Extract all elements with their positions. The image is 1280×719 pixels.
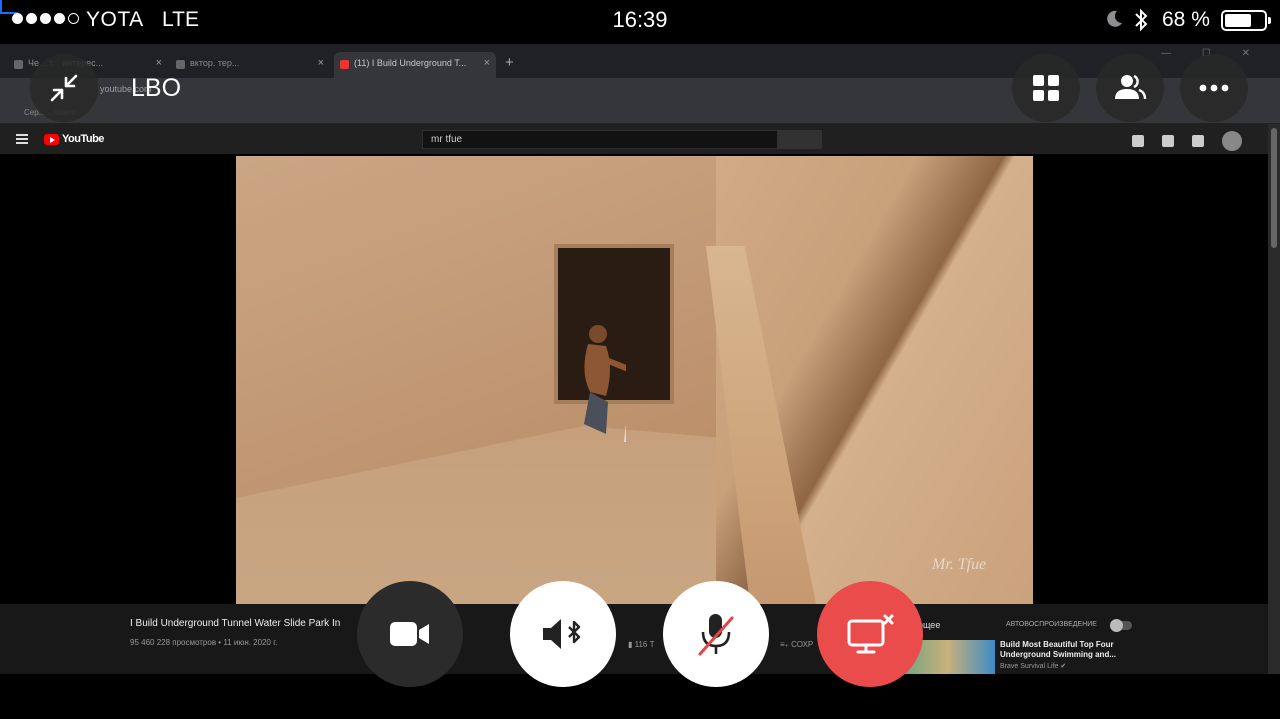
autoplay-toggle[interactable] [1110,619,1132,632]
video-camera-icon [390,622,429,646]
add-to-playlist-icon: ≡₊ [780,640,792,649]
bluetooth-icon [1135,8,1148,32]
youtube-header-icons [1132,131,1242,151]
grid-view-button[interactable] [1012,54,1080,122]
scrollbar-thumb[interactable] [1271,128,1277,248]
stop-screen-share-button[interactable] [817,581,923,687]
participants-button[interactable] [1096,54,1164,122]
page-scrollbar[interactable] [1268,124,1280,674]
people-icon [1115,74,1147,100]
stop-screen-share-icon [847,614,894,654]
video-meta: 95 460 228 просмотров • 11 июн. 2020 г. [130,638,278,647]
video-watermark: Mr. Tfue [932,556,987,573]
new-tab-icon[interactable]: + [505,54,514,71]
battery-percent: 68 % [1162,8,1210,31]
tab-favicon-icon [340,60,349,69]
avatar[interactable] [1222,131,1242,151]
video-frame[interactable]: Mr. Tfue [236,156,1033,604]
grid-icon [1033,75,1059,101]
speaker-bluetooth-icon [543,619,581,649]
save-button[interactable]: ≡₊ СОХР [780,640,813,649]
autoplay-label: АВТОВОСПРОИЗВЕДЕНИЕ [1006,621,1097,628]
browser-tab-strip: Че... т... интерес...× вктор. тер...× (1… [0,44,1280,78]
dislike-button[interactable]: ▮ 116 Т [628,640,655,649]
close-icon[interactable]: × [156,57,162,69]
do-not-disturb-icon [1107,10,1122,27]
shared-screen: Че... т... интерес...× вктор. тер...× (1… [0,44,1280,674]
search-input[interactable]: mr tfue [422,130,778,149]
search-button[interactable] [778,130,822,149]
more-options-button[interactable] [1180,54,1248,122]
close-icon[interactable]: × [484,57,490,69]
create-video-icon[interactable] [1132,135,1144,147]
status-bar: YOTA LTE 16:39 68 % [0,0,1280,40]
audio-output-button[interactable] [510,581,616,687]
browser-tab[interactable]: вктор. тер... × [170,52,330,78]
notifications-icon[interactable] [1192,135,1204,147]
tab-favicon-icon [14,60,23,69]
more-icon [1199,84,1229,92]
browser-tab-active[interactable]: (11) I Build Underground T... × [334,52,496,78]
youtube-play-icon [44,133,59,145]
microphone-toggle-button[interactable] [663,581,769,687]
microphone-muted-icon [698,614,734,656]
tab-favicon-icon [176,60,185,69]
video-scene-person [584,325,626,442]
verified-icon: ✔ [1060,663,1067,670]
collapse-button[interactable] [30,54,98,122]
address-bar[interactable]: youtube.com [0,78,1280,104]
youtube-header: YouTube mr tfue [0,124,1268,154]
clock: 16:39 [612,7,668,32]
camera-toggle-button[interactable] [357,581,463,687]
recommended-title[interactable]: Build Most Beautiful Top Four Undergroun… [1000,640,1140,660]
thumbs-down-icon: ▮ [628,640,635,649]
apps-icon[interactable] [1162,135,1174,147]
recommended-channel[interactable]: Brave Survival Life ✔ [1000,662,1066,670]
youtube-logo[interactable]: YouTube [44,133,104,145]
battery-icon [1221,10,1271,31]
close-icon[interactable]: × [318,57,324,69]
collapse-icon [50,74,78,102]
participant-name: LBO [131,74,182,102]
video-info-section: I Build Underground Tunnel Water Slide P… [0,604,1268,674]
bookmarks-bar: Сер... ...dolem [0,104,1280,124]
menu-icon[interactable] [16,134,28,144]
